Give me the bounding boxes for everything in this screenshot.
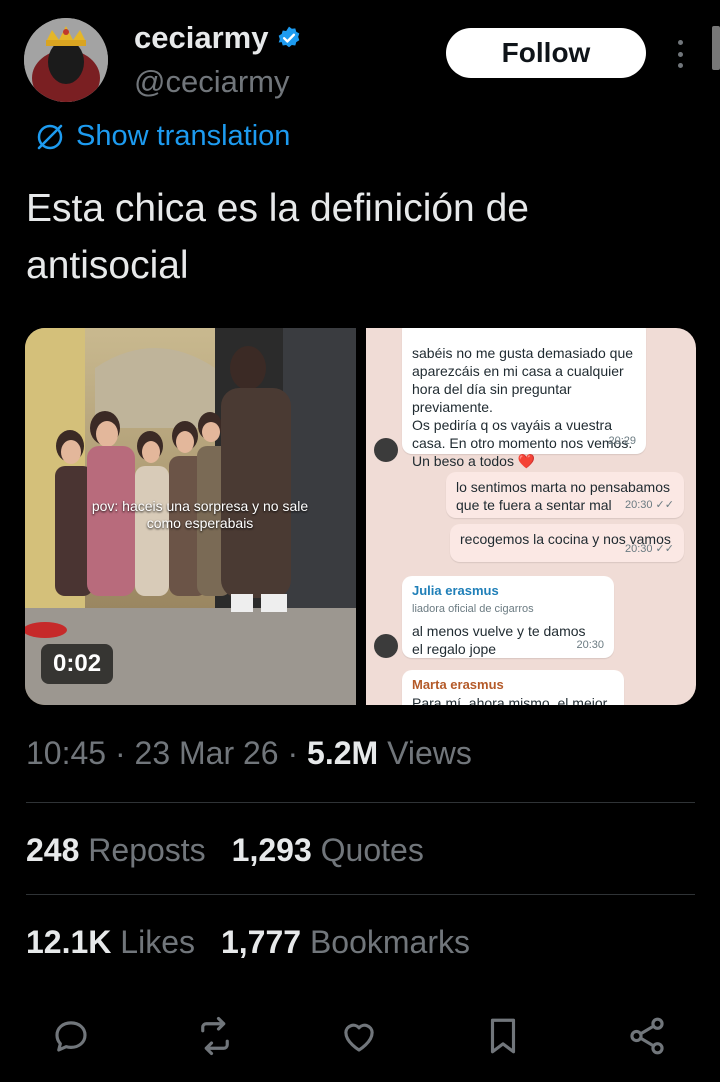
verified-badge-icon <box>279 26 300 48</box>
show-translation-link[interactable]: Show translation <box>34 120 290 153</box>
divider <box>26 894 695 895</box>
chat-message-time: 20:29 <box>608 435 636 447</box>
chat-avatar <box>374 634 398 658</box>
bookmarks-stat[interactable]: 1,777 Bookmarks <box>221 924 470 961</box>
views-count: 5.2M <box>307 735 379 771</box>
tweet-header: ceciarmy @ceciarmy Follow <box>24 18 720 108</box>
user-handle[interactable]: @ceciarmy <box>134 64 289 100</box>
reposts-stat[interactable]: 248 Reposts <box>26 832 206 869</box>
divider <box>26 802 695 803</box>
video-duration-badge: 0:02 <box>41 644 114 684</box>
chat-message: lo sentimos marta no pensabamos que te f… <box>446 472 684 518</box>
display-name[interactable]: ceciarmy <box>134 20 302 56</box>
bookmarks-count: 1,777 <box>220 924 302 960</box>
action-bar <box>48 1012 670 1060</box>
translate-icon <box>37 124 63 149</box>
like-button[interactable] <box>336 1013 382 1059</box>
chat-sender: Marta erasmus <box>412 677 504 692</box>
share-button[interactable] <box>624 1013 670 1059</box>
chat-message: Marta erasmus Para mí, ahora mismo, el m… <box>402 670 624 705</box>
chat-screenshot[interactable]: sabéis no me gusta demasiado que aparezc… <box>366 328 696 705</box>
avatar[interactable] <box>24 18 108 102</box>
like-icon <box>344 1023 374 1052</box>
bookmarks-label: Bookmarks <box>309 924 470 960</box>
likes-stat[interactable]: 12.1K Likes <box>26 924 195 961</box>
bookmark-button[interactable] <box>480 1013 526 1059</box>
reply-icon <box>55 1021 87 1052</box>
more-icon[interactable] <box>670 36 690 72</box>
tweet-time[interactable]: 10:45 <box>26 735 106 771</box>
likes-label: Likes <box>120 924 195 960</box>
repost-button[interactable] <box>192 1013 238 1059</box>
tweet-meta: 10:45 · 23 Mar 26 · 5.2M Views <box>26 735 472 772</box>
quotes-count: 1,293 <box>231 832 312 868</box>
chat-message: sabéis no me gusta demasiado que aparezc… <box>402 328 646 469</box>
chat-message-time: 20:30 ✓✓ <box>624 543 674 555</box>
quotes-stat[interactable]: 1,293 Quotes <box>232 832 424 869</box>
bookmark-icon <box>490 1018 516 1054</box>
avatar-image <box>24 18 108 102</box>
video-caption: pov: haceis una sorpresa y no sale como … <box>91 498 309 531</box>
views-label: Views <box>387 735 472 771</box>
separator-dot: · <box>287 735 308 771</box>
stats-row-reposts: 248 Reposts 1,293 Quotes <box>26 832 424 869</box>
separator-dot: · <box>114 735 135 771</box>
media-grid: pov: haceis una sorpresa y no sale como … <box>25 328 696 705</box>
chat-message-text: sabéis no me gusta demasiado que aparezc… <box>412 345 634 469</box>
chat-message-time: 20:30 <box>576 639 604 651</box>
chat-message-text: Para mí, ahora mismo, el mejor <box>412 695 608 705</box>
quotes-label: Quotes <box>320 832 424 868</box>
chat-sender-role: liadora oficial de cigarros <box>412 603 534 615</box>
reposts-label: Reposts <box>88 832 206 868</box>
tweet-date[interactable]: 23 Mar 26 <box>135 735 279 771</box>
chat-message-text: al menos vuelve y te damos el regalo jop… <box>412 623 586 657</box>
reposts-count: 248 <box>26 832 80 868</box>
display-name-text: ceciarmy <box>134 20 269 55</box>
stats-row-likes: 12.1K Likes 1,777 Bookmarks <box>26 924 470 961</box>
chat-message-time: 20:30 ✓✓ <box>624 499 674 511</box>
chat-message: Julia erasmus liadora oficial de cigarro… <box>402 576 614 658</box>
chat-avatar <box>374 438 398 462</box>
tweet-text: Esta chica es la definición de antisocia… <box>26 187 529 287</box>
share-icon <box>630 1017 664 1055</box>
chat-message: recogemos la cocina y nos vamos 20:30 ✓✓ <box>450 524 684 562</box>
reply-button[interactable] <box>48 1013 94 1059</box>
chat-sender: Julia erasmus <box>412 583 499 598</box>
video-thumbnail[interactable]: pov: haceis una sorpresa y no sale como … <box>25 328 356 705</box>
likes-count: 12.1K <box>26 924 112 960</box>
repost-icon <box>201 1016 229 1056</box>
show-translation-label: Show translation <box>76 120 291 152</box>
follow-button[interactable]: Follow <box>446 28 646 78</box>
